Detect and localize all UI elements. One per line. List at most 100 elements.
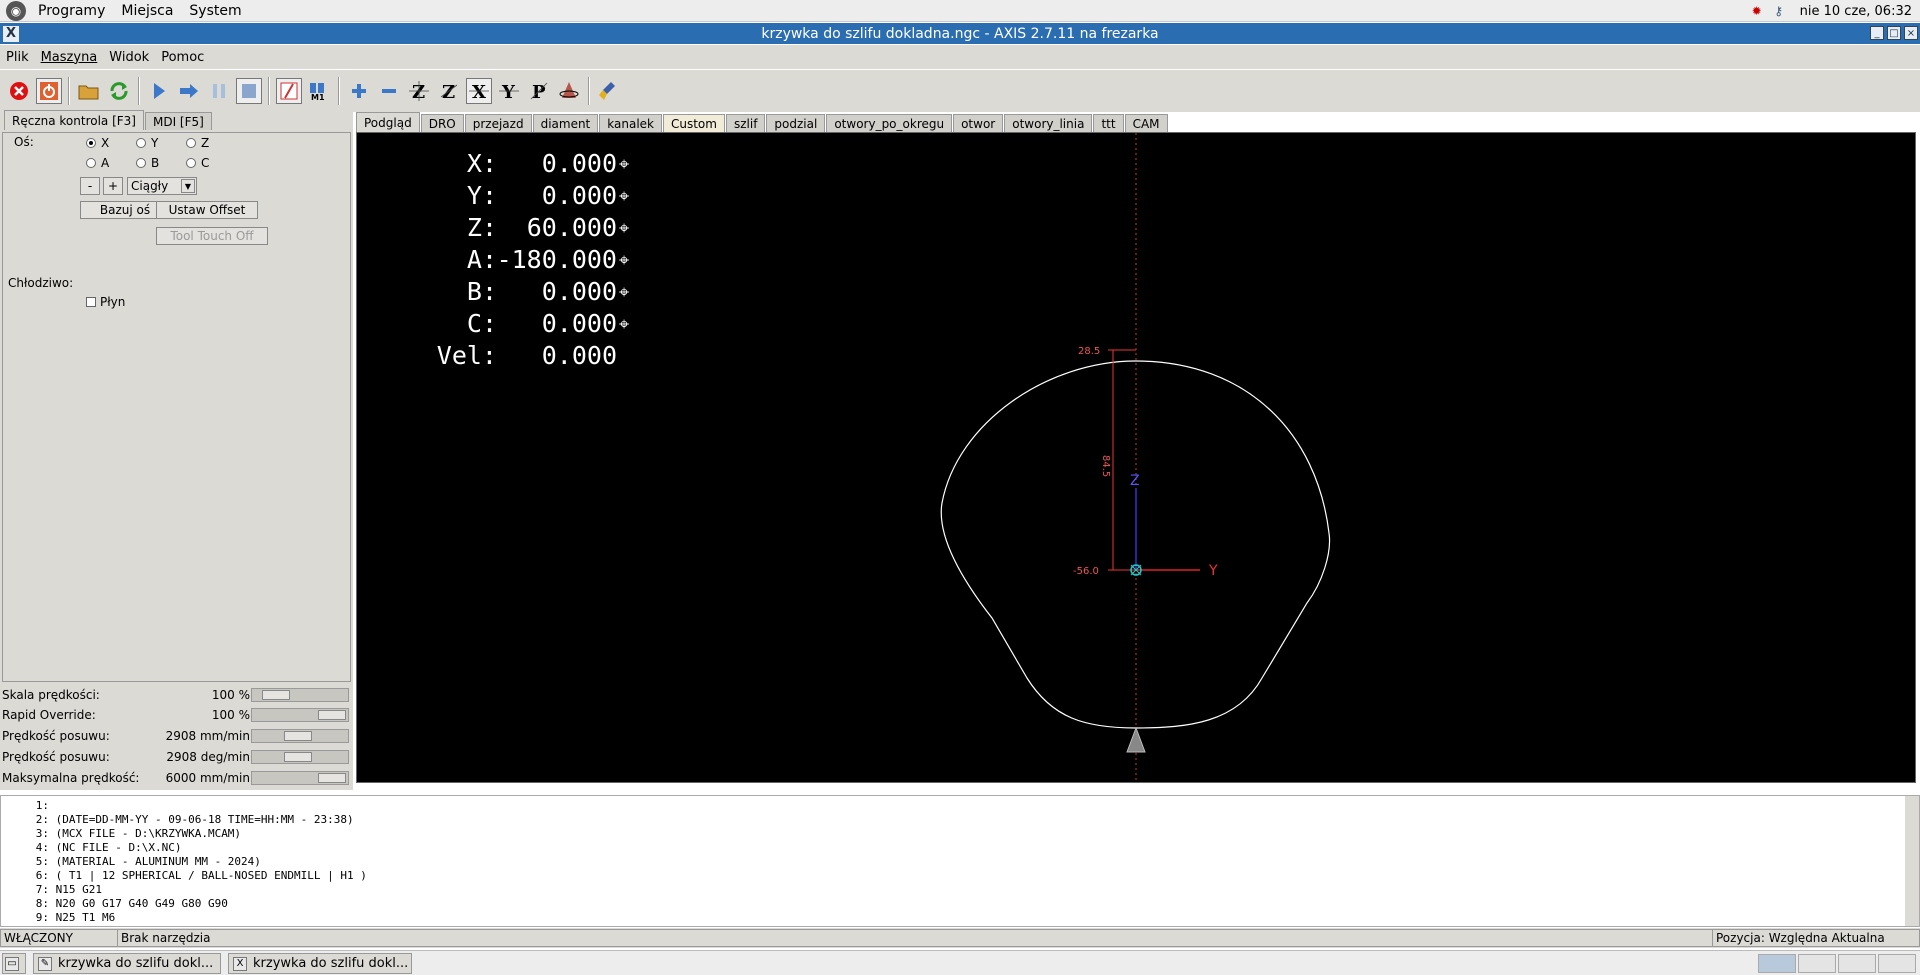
rotate-icon[interactable]	[556, 78, 582, 104]
network-key-icon[interactable]: ⚷	[1770, 2, 1788, 20]
menu-help[interactable]: Pomoc	[155, 50, 210, 65]
override-panel: Skala prędkości: 100 % Rapid Override: 1…	[0, 685, 353, 790]
svg-text:Z: Z	[412, 82, 425, 102]
workspace-2[interactable]	[1798, 954, 1836, 973]
gcode-listing[interactable]: 1: 2: (DATE=DD-MM-YY - 09-06-18 TIME=HH:…	[0, 795, 1920, 927]
panel-menu-programs[interactable]: Programy	[30, 3, 113, 19]
left-panel: Ręczna kontrola [F3] MDI [F5] Oś: X Y Z …	[0, 110, 353, 685]
code-line[interactable]: 4: (NC FILE - D:\X.NC)	[11, 841, 182, 854]
tab-otwor[interactable]: otwor	[953, 114, 1004, 132]
window-title: krzywka do szlifu dokladna.ngc - AXIS 2.…	[761, 25, 1159, 42]
flood-checkbox[interactable]: Płyn	[86, 295, 125, 309]
view-z2-icon[interactable]: Z	[436, 78, 462, 104]
window-titlebar[interactable]: X krzywka do szlifu dokladna.ngc - AXIS …	[0, 23, 1920, 44]
axis-radio-c[interactable]: C	[186, 156, 209, 170]
tab-kanalek[interactable]: kanalek	[599, 114, 662, 132]
jog-mode-select[interactable]: Ciągły ▼	[127, 177, 197, 195]
code-line[interactable]: 2: (DATE=DD-MM-YY - 09-06-18 TIME=HH:MM …	[11, 813, 354, 826]
show-desktop-button[interactable]: ▭	[2, 953, 26, 974]
tool-touch-off-button[interactable]: Tool Touch Off	[156, 227, 268, 245]
zoom-out-icon[interactable]	[376, 78, 402, 104]
workspace-1[interactable]	[1758, 954, 1796, 973]
svg-text:Y: Y	[501, 82, 516, 102]
block-delete-icon[interactable]	[276, 78, 302, 104]
close-button[interactable]: ×	[1904, 26, 1918, 40]
slider-row: Maksymalna prędkość: 6000 mm/min	[2, 768, 351, 788]
jog-speed-slider[interactable]	[251, 729, 349, 743]
x-app-icon: X	[233, 956, 247, 971]
code-scrollbar[interactable]	[1905, 796, 1919, 926]
pause-icon[interactable]	[206, 78, 232, 104]
tab-otwory-po-okregu[interactable]: otwory_po_okregu	[826, 114, 953, 132]
y-axis-label: Y	[1208, 563, 1218, 579]
max-velocity-slider[interactable]	[251, 771, 349, 785]
angular-jog-speed-slider[interactable]	[251, 750, 349, 764]
axis-radio-y[interactable]: Y	[136, 136, 158, 150]
workspace-3[interactable]	[1838, 954, 1876, 973]
view-p-icon[interactable]: P	[526, 78, 552, 104]
menu-machine[interactable]: Maszyna	[35, 50, 104, 65]
panel-clock[interactable]: nie 10 cze, 06:32	[1792, 4, 1920, 19]
tab-mdi[interactable]: MDI [F5]	[144, 112, 212, 130]
svg-text:M1: M1	[311, 93, 325, 101]
open-file-icon[interactable]	[76, 78, 102, 104]
tab-otwory-linia[interactable]: otwory_linia	[1004, 114, 1093, 132]
dim-top-label: 28.5	[1078, 346, 1100, 357]
view-x-icon[interactable]: X	[466, 78, 492, 104]
panel-menu-places[interactable]: Miejsca	[113, 3, 181, 19]
maximize-button[interactable]: □	[1887, 26, 1901, 40]
code-line[interactable]: 7: N15 G21	[11, 883, 102, 896]
svg-text:P: P	[532, 82, 546, 102]
minimize-button[interactable]: _	[1870, 26, 1884, 40]
power-icon[interactable]	[36, 78, 62, 104]
rapid-override-slider[interactable]	[251, 708, 349, 722]
update-notifier-icon[interactable]: ✹	[1748, 2, 1766, 20]
taskbar-item-editor[interactable]: ✎ krzywka do szlifu dokl...	[33, 953, 221, 974]
panel-menu-system[interactable]: System	[181, 3, 249, 19]
view-z-icon[interactable]: Z	[406, 78, 432, 104]
code-line[interactable]: 3: (MCX FILE - D:\KRZYWKA.MCAM)	[11, 827, 241, 840]
axis-radio-a[interactable]: A	[86, 156, 109, 170]
code-line[interactable]: 1:	[11, 799, 56, 812]
estop-icon[interactable]	[6, 78, 32, 104]
view-y-icon[interactable]: Y	[496, 78, 522, 104]
code-line[interactable]: 5: (MATERIAL - ALUMINUM MM - 2024)	[11, 855, 261, 868]
run-icon[interactable]	[146, 78, 172, 104]
taskbar-item-axis[interactable]: Xkrzywka do szlifu dokl...	[228, 953, 412, 974]
tab-preview[interactable]: Podgląd	[356, 112, 420, 132]
tab-cam[interactable]: CAM	[1124, 114, 1168, 132]
statusbar: WŁĄCZONY Brak narzędzia Pozycja: Względn…	[0, 928, 1920, 948]
axis-radio-b[interactable]: B	[136, 156, 159, 170]
axis-label: Oś:	[14, 135, 34, 149]
dim-bottom-label: -56.0	[1073, 566, 1099, 577]
gnome-foot-icon[interactable]: ◉	[6, 0, 26, 21]
code-line[interactable]: 6: ( T1 | 12 SPHERICAL / BALL-NOSED ENDM…	[11, 869, 367, 882]
code-line[interactable]: 8: N20 G0 G17 G40 G49 G80 G90	[11, 897, 228, 910]
code-line[interactable]: 9: N25 T1 M6	[11, 911, 115, 924]
workspace-4[interactable]	[1878, 954, 1916, 973]
axis-radio-z[interactable]: Z	[186, 136, 209, 150]
toolpath-preview[interactable]: X: 0.000 ⌖ Y: 0.000 ⌖ Z: 60.000 ⌖ A: -180.000 ⌖ …	[356, 132, 1916, 783]
reload-icon[interactable]	[106, 78, 132, 104]
clear-plot-icon[interactable]	[596, 78, 622, 104]
step-icon[interactable]	[176, 78, 202, 104]
set-offset-button[interactable]: Ustaw Offset	[156, 201, 258, 219]
tab-manual-control[interactable]: Ręczna kontrola [F3]	[4, 110, 144, 130]
jog-minus-button[interactable]: -	[80, 177, 100, 195]
tab-szlif[interactable]: szlif	[725, 114, 766, 132]
stop-icon[interactable]	[236, 78, 262, 104]
tab-custom[interactable]: Custom	[662, 114, 725, 132]
feed-override-slider[interactable]	[251, 688, 349, 702]
zoom-in-icon[interactable]	[346, 78, 372, 104]
axis-radio-x[interactable]: X	[86, 136, 109, 150]
toolbar: M1 Z Z X Y P	[0, 70, 1920, 112]
tab-przejazd[interactable]: przejazd	[464, 114, 532, 132]
tab-podzial[interactable]: podzial	[766, 114, 826, 132]
optional-stop-icon[interactable]: M1	[306, 78, 332, 104]
tab-diament[interactable]: diament	[532, 114, 599, 132]
tab-ttt[interactable]: ttt	[1093, 114, 1124, 132]
menu-view[interactable]: Widok	[103, 50, 155, 65]
jog-plus-button[interactable]: +	[103, 177, 123, 195]
tab-dro[interactable]: DRO	[420, 114, 464, 132]
menu-file[interactable]: Plik	[0, 50, 35, 65]
